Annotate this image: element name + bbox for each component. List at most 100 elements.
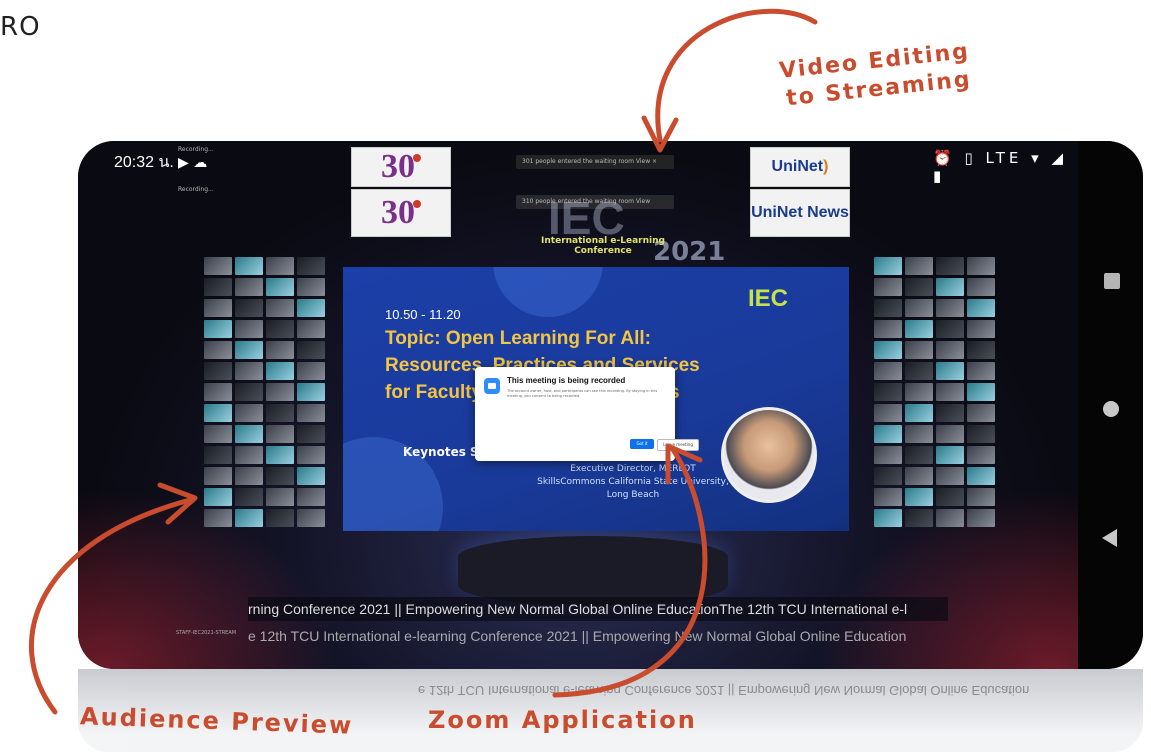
participant-thumb <box>235 383 263 401</box>
participant-thumb <box>204 341 232 359</box>
video-editing-annotation: Video Editing to Streaming <box>778 38 974 113</box>
participant-thumb <box>266 488 294 506</box>
participant-thumb <box>297 446 325 464</box>
dialog-body: The account owner, host, and participant… <box>507 389 658 398</box>
stage-platform <box>458 536 728 606</box>
participant-thumb <box>874 362 902 380</box>
participant-thumb <box>874 341 902 359</box>
got-it-button[interactable]: Got it <box>630 439 654 449</box>
zoom-recording-dialog: This meeting is being recorded The accou… <box>475 367 699 461</box>
participant-thumb <box>235 341 263 359</box>
participant-thumb <box>235 446 263 464</box>
participant-thumb <box>905 362 933 380</box>
participant-thumb <box>297 467 325 485</box>
participant-thumb <box>905 467 933 485</box>
participant-thumb <box>235 488 263 506</box>
recording-label: Recording... <box>178 146 214 153</box>
participant-thumb <box>266 404 294 422</box>
participant-thumb <box>905 257 933 275</box>
participant-thumb <box>266 467 294 485</box>
participant-thumb <box>874 278 902 296</box>
uninet-news-logo: UniNet News <box>750 189 850 237</box>
tcu-dot <box>413 154 421 162</box>
participant-thumb <box>936 488 964 506</box>
participant-thumb <box>905 320 933 338</box>
participant-thumb <box>967 446 995 464</box>
participant-thumb <box>936 341 964 359</box>
reflection-staff-label: STAFF-IEC2021-STREAM <box>172 669 232 671</box>
participant-thumb <box>204 509 232 527</box>
participant-thumb <box>297 278 325 296</box>
participant-thumb <box>204 425 232 443</box>
participant-thumb <box>936 383 964 401</box>
slide-iec-logo: IEC <box>748 285 789 312</box>
participant-thumb <box>874 509 902 527</box>
participant-thumb <box>235 425 263 443</box>
recording-label-2: Recording... <box>178 186 214 193</box>
participant-thumb <box>266 278 294 296</box>
participant-thumb <box>204 320 232 338</box>
video-stream[interactable]: 20:32 น. Recording... ▶ ☁ ⏰ ▯ LTE ▾ ◢ ▮ … <box>78 141 1078 669</box>
tcu-logo-text-2: 30 <box>381 194 415 231</box>
participant-thumb <box>874 320 902 338</box>
recent-apps-icon[interactable] <box>1104 273 1120 289</box>
participant-thumb <box>905 446 933 464</box>
participant-thumb <box>297 320 325 338</box>
tcu-logo-2: 30 <box>351 189 451 237</box>
audience-grid-left <box>204 257 325 527</box>
leave-meeting-button[interactable]: Leave meeting <box>657 439 699 451</box>
participant-thumb <box>967 362 995 380</box>
cloud-icon: ☁ <box>193 155 208 171</box>
participant-thumb <box>204 446 232 464</box>
participant-thumb <box>967 257 995 275</box>
participant-thumb <box>266 341 294 359</box>
home-icon[interactable] <box>1103 401 1119 417</box>
uninet-logo: UniNet) <box>750 147 850 187</box>
participant-thumb <box>235 404 263 422</box>
dialog-title: This meeting is being recorded <box>507 376 626 385</box>
participant-thumb <box>874 299 902 317</box>
speaker-line-1: Executive Director, MERLOT <box>570 464 696 474</box>
participant-thumb <box>874 488 902 506</box>
participant-thumb <box>936 278 964 296</box>
participant-thumb <box>297 341 325 359</box>
participant-thumb <box>874 425 902 443</box>
participant-thumb <box>266 320 294 338</box>
participant-thumb <box>967 320 995 338</box>
participant-thumb <box>936 320 964 338</box>
participant-thumb <box>204 488 232 506</box>
android-nav-bar <box>1078 141 1143 669</box>
notification-icons: ▶ ☁ <box>178 155 207 171</box>
participant-thumb <box>905 404 933 422</box>
participant-thumb <box>967 299 995 317</box>
participant-thumb <box>266 425 294 443</box>
participant-thumb <box>936 446 964 464</box>
stream-staff-label: STAFF-IEC2021-STREAM <box>176 630 237 636</box>
participant-thumb <box>905 278 933 296</box>
participant-thumb <box>967 404 995 422</box>
participant-thumb <box>936 404 964 422</box>
uninet-swoosh: ) <box>823 158 829 175</box>
participant-thumb <box>936 509 964 527</box>
youtube-icon: ▶ <box>178 155 189 171</box>
topic-line-1: Topic: Open Learning For All: <box>385 328 651 349</box>
participant-thumb <box>936 425 964 443</box>
participant-thumb <box>235 320 263 338</box>
participant-thumb <box>905 425 933 443</box>
waiting-room-notification[interactable]: 301 people entered the waiting room View… <box>516 155 674 169</box>
participant-thumb <box>266 299 294 317</box>
participant-thumb <box>266 509 294 527</box>
tcu-dot-2 <box>413 200 421 208</box>
clock: 20:32 น. <box>114 154 174 171</box>
zoom-icon <box>484 378 500 394</box>
participant-thumb <box>297 383 325 401</box>
participant-thumb <box>936 299 964 317</box>
back-icon[interactable] <box>1102 529 1117 547</box>
participant-thumb <box>905 299 933 317</box>
participant-thumb <box>204 299 232 317</box>
speaker-info: Executive Director, MERLOT SkillsCommons… <box>533 463 733 502</box>
uninet-news-text: UniNet News <box>751 204 849 221</box>
participant-thumb <box>235 509 263 527</box>
participant-thumb <box>967 383 995 401</box>
participant-thumb <box>297 257 325 275</box>
